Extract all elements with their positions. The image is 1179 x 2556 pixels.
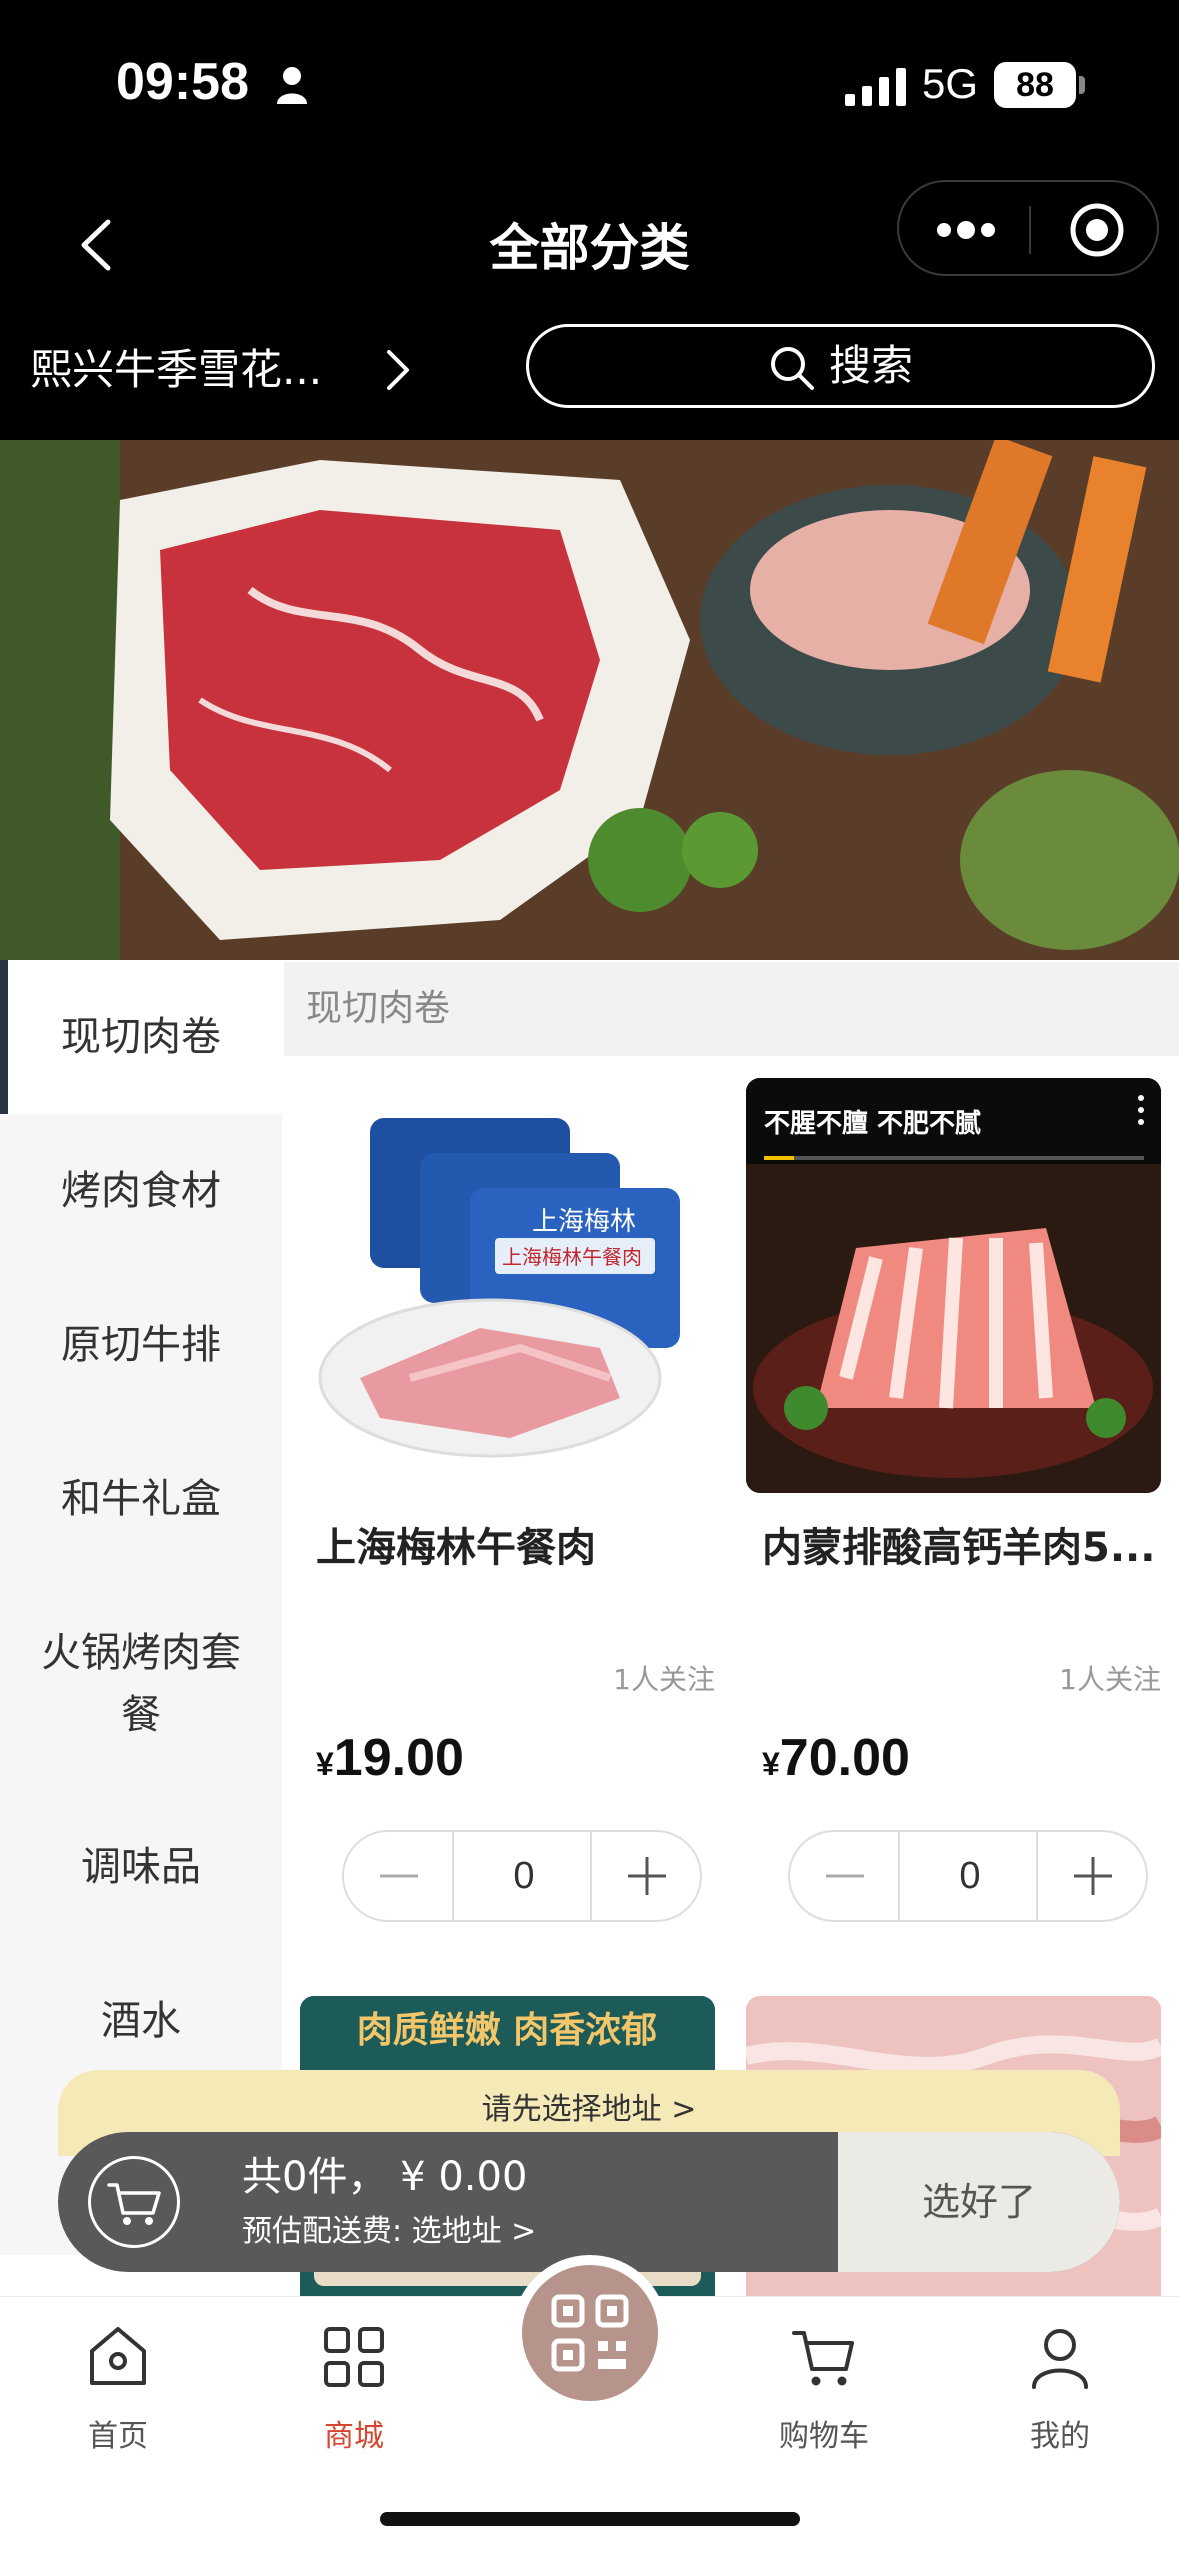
promo-banner[interactable]: [0, 440, 1179, 960]
can-product-text: 上海梅林午餐肉: [502, 1245, 642, 1269]
network-label: 5G: [922, 60, 979, 107]
tab-label: 商城: [324, 2419, 384, 2454]
category-label: 调味品: [81, 1844, 201, 1890]
tab-label: 购物车: [779, 2419, 869, 2454]
category-item[interactable]: 调味品: [0, 1790, 282, 1944]
store-search-bar: 熙兴牛季雪花... 搜索: [0, 300, 1179, 440]
price-amount: 70.00: [779, 1729, 910, 1787]
product-name[interactable]: 上海梅林午餐肉: [316, 1518, 716, 1578]
cart-summary: 共0件， ¥ 0.00: [242, 2154, 528, 2200]
signal-icon: [845, 68, 906, 106]
tab-mall[interactable]: 商城: [284, 2321, 424, 2455]
status-bar: 09:58 5G 88: [0, 0, 1179, 170]
price-currency: ¥: [316, 1746, 334, 1782]
qr-code-icon: [551, 2294, 629, 2372]
category-sidebar: 现切肉卷 烤肉食材 原切牛排 和牛礼盒 火锅烤肉套餐 调味品 酒水: [0, 960, 282, 2255]
plus-icon: [1074, 1857, 1112, 1895]
section-title: 现切肉卷: [306, 988, 451, 1029]
product-card[interactable]: 上海梅林 上海梅林午餐肉 上海梅林午餐肉 1人关注 ¥19.00 0: [300, 1078, 715, 1938]
battery-icon: 88: [994, 62, 1076, 108]
lamb-roll-image: 不腥不膻 不肥不腻: [746, 1078, 1161, 1493]
product-card[interactable]: 不腥不膻 不肥不腻 内蒙排酸高钙羊肉5... 1人关注 ¥70.00 0: [746, 1078, 1161, 1938]
person-icon: [277, 67, 307, 104]
section-header: 现切肉卷: [284, 962, 1179, 1056]
cart-button[interactable]: [88, 2156, 180, 2248]
category-label: 酒水: [101, 1998, 181, 2044]
category-label: 烤肉食材: [61, 1168, 221, 1214]
tab-profile[interactable]: 我的: [990, 2321, 1130, 2455]
category-label: 和牛礼盒: [61, 1476, 221, 1522]
quantity-stepper: 0: [788, 1830, 1148, 1922]
image-headline-text: 肉质鲜嫩 肉香浓郁: [357, 2010, 658, 2051]
category-item[interactable]: 火锅烤肉套餐: [0, 1576, 282, 1790]
home-icon: [90, 2327, 146, 2385]
more-icon[interactable]: [935, 208, 997, 252]
search-label: 搜索: [829, 341, 914, 390]
minus-icon: [380, 1874, 418, 1878]
category-label: 火锅烤肉套餐: [41, 1630, 241, 1738]
banner-image: [0, 440, 1179, 960]
tab-home[interactable]: 首页: [48, 2321, 188, 2455]
product-image[interactable]: 不腥不膻 不肥不腻: [746, 1078, 1161, 1493]
tab-label: 首页: [88, 2419, 148, 2454]
grid-icon: [324, 2327, 384, 2387]
product-image[interactable]: 上海梅林 上海梅林午餐肉: [300, 1078, 715, 1493]
store-name[interactable]: 熙兴牛季雪花...: [30, 340, 322, 400]
cart-icon: [107, 2183, 161, 2225]
plus-icon: [628, 1857, 666, 1895]
search-icon: [771, 347, 814, 390]
category-item[interactable]: 原切牛排: [0, 1268, 282, 1422]
price-currency: ¥: [762, 1746, 780, 1782]
can-brand-text: 上海梅林: [532, 1207, 636, 1237]
product-price: ¥70.00: [762, 1728, 910, 1788]
address-tip-text: 请先选择地址 >: [481, 2092, 697, 2127]
product-followers: 1人关注: [613, 1663, 715, 1696]
delivery-fee[interactable]: 预估配送费: 选地址 >: [242, 2210, 536, 2254]
tab-cart[interactable]: 购物车: [754, 2321, 894, 2455]
luncheon-meat-image: 上海梅林 上海梅林午餐肉: [318, 1118, 680, 1458]
decrement-button[interactable]: [344, 1832, 454, 1920]
nav-bar: 全部分类: [0, 170, 1179, 320]
checkout-button[interactable]: 选好了: [838, 2132, 1120, 2272]
chevron-right-icon[interactable]: [383, 342, 413, 398]
qr-code-button[interactable]: [512, 2255, 668, 2411]
category-item[interactable]: 和牛礼盒: [0, 1422, 282, 1576]
quantity-value[interactable]: 0: [900, 1832, 1040, 1920]
qr-code-circle: [522, 2265, 658, 2401]
cart-bar: 共0件， ¥ 0.00 预估配送费: 选地址 > 选好了: [58, 2132, 1120, 2272]
tab-label: 我的: [1030, 2419, 1090, 2454]
category-label: 现切肉卷: [61, 1014, 221, 1060]
image-overlay-text: 不腥不膻 不肥不腻: [764, 1109, 981, 1139]
category-item-active[interactable]: 现切肉卷: [0, 960, 282, 1114]
mini-program-capsule: [897, 180, 1159, 276]
battery-tip: [1079, 76, 1085, 94]
product-followers: 1人关注: [1059, 1663, 1161, 1696]
close-target-icon[interactable]: [1069, 202, 1125, 258]
product-price: ¥19.00: [316, 1728, 464, 1788]
category-item[interactable]: 烤肉食材: [0, 1114, 282, 1268]
capsule-divider: [1029, 206, 1031, 254]
status-time: 09:58: [116, 53, 249, 111]
decrement-button[interactable]: [790, 1832, 900, 1920]
category-label: 原切牛排: [61, 1322, 221, 1368]
search-input[interactable]: 搜索: [526, 324, 1155, 408]
minus-icon: [826, 1874, 864, 1878]
price-amount: 19.00: [333, 1729, 464, 1787]
quantity-stepper: 0: [342, 1830, 702, 1922]
increment-button[interactable]: [590, 1832, 700, 1920]
cart-icon: [792, 2331, 854, 2386]
user-icon: [1032, 2329, 1088, 2389]
home-indicator: [380, 2512, 800, 2526]
increment-button[interactable]: [1036, 1832, 1146, 1920]
product-name[interactable]: 内蒙排酸高钙羊肉5...: [762, 1518, 1162, 1578]
quantity-value[interactable]: 0: [454, 1832, 594, 1920]
